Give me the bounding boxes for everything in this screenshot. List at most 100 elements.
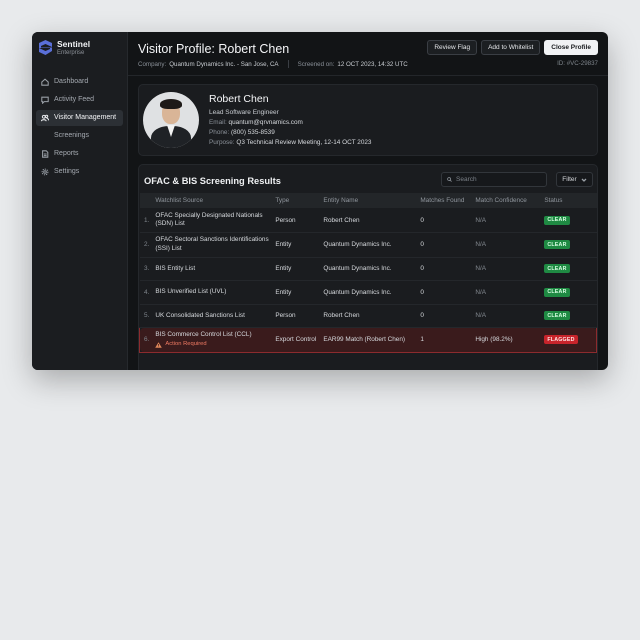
profile-card: Robert Chen Lead Software Engineer Email…: [138, 84, 598, 156]
filter-label: Filter: [562, 176, 577, 183]
row-number: 2.: [139, 232, 153, 258]
row-number: 4.: [139, 280, 153, 305]
status-badge: FLAGGED: [544, 335, 578, 345]
status-cell: CLEAR: [541, 232, 597, 258]
entity-type: Entity: [272, 280, 321, 305]
entity-name: Quantum Dynamics Inc.: [320, 232, 418, 258]
sidebar-item-label: Screenings: [54, 132, 90, 139]
sidebar-nav: Dashboard Activity Feed Visitor Manageme…: [36, 74, 123, 180]
screened-label: Screened on:: [297, 60, 335, 68]
column-header-type[interactable]: Type: [272, 193, 320, 208]
row-number: 5.: [139, 304, 153, 328]
match-confidence: High (98.2%): [472, 327, 542, 353]
gear-icon: [41, 168, 49, 175]
status-cell: CLEAR: [541, 280, 597, 305]
main-content: Visitor Profile: Robert Chen Company: Qu…: [128, 32, 608, 370]
row-number: 6.: [139, 327, 153, 353]
match-confidence: N/A: [472, 208, 542, 233]
table-row[interactable]: 2. OFAC Sectoral Sanctions Identificatio…: [139, 232, 597, 258]
entity-name: Quantum Dynamics Inc.: [320, 280, 418, 305]
matches-found: 0: [417, 232, 473, 258]
app-window: Sentinel Enterprise Dashboard Activity F…: [32, 32, 608, 370]
company-value: Quantum Dynamics Inc. - San Jose, CA: [169, 60, 279, 68]
screening-results: OFAC & BIS Screening Results Filter Watc…: [138, 164, 598, 370]
sidebar-item-visitor-management[interactable]: Visitor Management: [36, 109, 123, 126]
table-row[interactable]: 5. UK Consolidated Sanctions List Person…: [139, 304, 597, 328]
company-label: Company:: [138, 60, 167, 68]
column-header-confidence[interactable]: Match Confidence: [472, 193, 541, 208]
table-header-row: Watchlist Source Type Entity Name Matche…: [139, 193, 597, 208]
table-row[interactable]: 4. BIS Unverified List (UVL) Entity Quan…: [139, 280, 597, 305]
match-confidence: N/A: [472, 257, 542, 281]
record-id: ID: #VC-29837: [557, 60, 598, 67]
sidebar-item-activity-feed[interactable]: Activity Feed: [36, 92, 123, 108]
search-box[interactable]: [441, 172, 547, 187]
users-icon: [41, 114, 49, 121]
action-required-note: Action Required: [155, 340, 269, 349]
status-cell: FLAGGED: [541, 327, 598, 353]
add-to-whitelist-button[interactable]: Add to Whitelist: [481, 40, 541, 55]
profile-info: Robert Chen Lead Software Engineer Email…: [209, 93, 371, 149]
sidebar-item-screenings[interactable]: Screenings: [36, 128, 123, 144]
sidebar-item-settings[interactable]: Settings: [36, 164, 123, 180]
column-header-matches[interactable]: Matches Found: [417, 193, 472, 208]
sidebar-item-label: Visitor Management: [54, 114, 117, 121]
document-icon: [42, 149, 49, 158]
matches-found: 0: [417, 280, 473, 305]
watchlist-source: BIS Unverified List (UVL): [152, 280, 273, 305]
visitor-role: Lead Software Engineer: [209, 109, 279, 116]
entity-name: Robert Chen: [320, 208, 418, 233]
chat-icon: [41, 96, 49, 104]
watchlist-source-label: BIS Commerce Control List (CCL): [155, 330, 252, 338]
matches-found: 1: [417, 327, 473, 353]
status-badge: CLEAR: [544, 264, 570, 274]
table-row[interactable]: 1. OFAC Specially Designated Nationals (…: [139, 208, 597, 233]
row-number: 1.: [139, 208, 153, 233]
review-flag-button[interactable]: Review Flag: [427, 40, 478, 55]
email-label: Email:: [209, 119, 227, 126]
sentinel-logo-icon: [39, 40, 52, 56]
column-header-entity[interactable]: Entity Name: [320, 193, 417, 208]
page-header: Visitor Profile: Robert Chen Company: Qu…: [128, 32, 608, 76]
results-title: OFAC & BIS Screening Results: [144, 176, 281, 186]
status-badge: CLEAR: [544, 287, 570, 297]
action-required-label: Action Required: [165, 341, 207, 348]
warning-icon: [155, 341, 163, 348]
avatar: [143, 92, 199, 148]
matches-found: 0: [417, 304, 473, 328]
watchlist-source: OFAC Specially Designated Nationals (SDN…: [152, 208, 273, 233]
status-badge: CLEAR: [544, 240, 570, 250]
status-cell: CLEAR: [541, 304, 597, 328]
entity-type: Person: [272, 304, 321, 328]
email-value[interactable]: quantum@qrvnamics.com: [229, 119, 303, 126]
phone-value: (800) 535-8539: [231, 129, 275, 136]
results-table: Watchlist Source Type Entity Name Matche…: [139, 193, 598, 353]
entity-name: Quantum Dynamics Inc.: [320, 257, 418, 281]
table-row-flagged[interactable]: 6. BIS Commerce Control List (CCL) Actio…: [139, 327, 598, 353]
table-row[interactable]: 3. BIS Entity List Entity Quantum Dynami…: [139, 257, 597, 281]
sidebar-item-dashboard[interactable]: Dashboard: [36, 74, 123, 90]
match-confidence: N/A: [472, 232, 542, 258]
column-header-number: [140, 193, 153, 208]
status-cell: CLEAR: [541, 257, 597, 281]
home-icon: [41, 78, 49, 86]
purpose-value: Q3 Technical Review Meeting, 12-14 OCT 2…: [236, 139, 372, 146]
brand[interactable]: Sentinel Enterprise: [36, 40, 123, 66]
chevron-down-icon: [581, 178, 587, 182]
column-header-status[interactable]: Status: [541, 193, 596, 208]
search-input[interactable]: [456, 176, 541, 183]
close-profile-button[interactable]: Close Profile: [544, 40, 598, 55]
sidebar-item-reports[interactable]: Reports: [36, 146, 123, 162]
screened-value: 12 OCT 2023, 14:32 UTC: [337, 60, 408, 68]
sidebar-item-label: Activity Feed: [54, 96, 95, 103]
visitor-purpose: Purpose: Q3 Technical Review Meeting, 12…: [209, 139, 371, 146]
profile-meta: Company: Quantum Dynamics Inc. - San Jos…: [138, 60, 408, 68]
filter-button[interactable]: Filter: [556, 172, 593, 187]
purpose-label: Purpose:: [209, 139, 235, 146]
entity-type: Entity: [272, 257, 321, 281]
row-number: 3.: [139, 257, 153, 281]
matches-found: 0: [417, 257, 473, 281]
sidebar-item-label: Dashboard: [54, 78, 89, 85]
column-header-source[interactable]: Watchlist Source: [152, 193, 272, 208]
watchlist-source: BIS Entity List: [152, 257, 273, 281]
